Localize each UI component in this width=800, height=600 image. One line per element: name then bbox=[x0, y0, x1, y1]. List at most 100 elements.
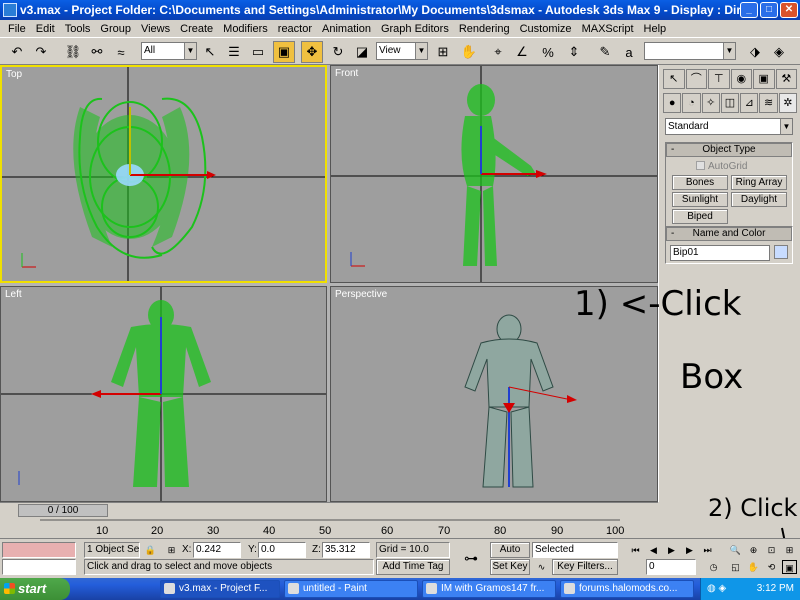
go-to-start-icon[interactable]: ⏮ bbox=[628, 543, 643, 557]
menu-file[interactable]: File bbox=[3, 23, 31, 35]
select-and-scale-icon[interactable]: ◪ bbox=[351, 41, 373, 63]
space-warps-icon[interactable]: ≋ bbox=[759, 93, 778, 113]
lock-selection-icon[interactable]: 🔒 bbox=[143, 543, 158, 557]
tray-icon[interactable]: ◈ bbox=[719, 583, 727, 594]
named-selection-sets-dropdown[interactable]: ▼ bbox=[644, 42, 736, 60]
object-name-input[interactable]: Bip01 bbox=[670, 245, 770, 261]
minimize-button[interactable]: _ bbox=[740, 2, 758, 18]
menu-group[interactable]: Group bbox=[95, 23, 136, 35]
task-3dsmax[interactable]: v3.max - Project F... bbox=[160, 580, 280, 598]
hierarchy-tab-icon[interactable]: ⊤ bbox=[708, 69, 730, 89]
maxscript-listener[interactable] bbox=[2, 542, 76, 558]
viewport-label-left[interactable]: Left bbox=[5, 289, 22, 300]
auto-key-button[interactable]: Auto Key bbox=[490, 542, 530, 569]
transform-mode-icon[interactable]: ⊞ bbox=[164, 543, 179, 557]
daylight-button[interactable]: Daylight bbox=[731, 192, 787, 207]
angle-snap-icon[interactable]: ∠ bbox=[511, 41, 533, 63]
z-coordinate-input[interactable]: 35.312 bbox=[322, 542, 370, 558]
autogrid-checkbox[interactable]: AutoGrid bbox=[696, 161, 747, 172]
menu-animation[interactable]: Animation bbox=[317, 23, 376, 35]
menu-create[interactable]: Create bbox=[175, 23, 218, 35]
time-configuration-icon[interactable]: ◷ bbox=[706, 560, 721, 574]
zoom-extents-all-icon[interactable]: ⊞ bbox=[782, 543, 797, 557]
menu-reactor[interactable]: reactor bbox=[273, 23, 317, 35]
tray-icon[interactable]: ◍ bbox=[707, 583, 716, 594]
task-messenger[interactable]: IM with Gramos147 fr... bbox=[422, 580, 556, 598]
object-category-dropdown[interactable]: Standard ▼ bbox=[665, 118, 793, 135]
curve-icon[interactable]: ∿ bbox=[534, 560, 549, 574]
viewport-label-perspective[interactable]: Perspective bbox=[335, 289, 387, 300]
snaps-toggle-icon[interactable]: ⌖ bbox=[487, 41, 509, 63]
lights-icon[interactable]: ✧ bbox=[701, 93, 720, 113]
menu-edit[interactable]: Edit bbox=[31, 23, 60, 35]
mirror-icon[interactable]: ⬗ bbox=[744, 41, 766, 63]
geometry-icon[interactable]: ● bbox=[663, 93, 682, 113]
key-icon[interactable]: ⊶ bbox=[458, 551, 484, 565]
start-button[interactable]: start bbox=[0, 578, 70, 600]
link-icon[interactable]: ⛓ bbox=[62, 41, 84, 63]
redo-icon[interactable]: ↷ bbox=[30, 41, 52, 63]
undo-icon[interactable]: ↶ bbox=[6, 41, 28, 63]
window-crossing-icon[interactable]: ▣ bbox=[273, 41, 295, 63]
bones-button[interactable]: Bones bbox=[672, 175, 728, 190]
rectangular-selection-icon[interactable]: ▭ bbox=[247, 41, 269, 63]
close-button[interactable]: ✕ bbox=[780, 2, 798, 18]
menu-views[interactable]: Views bbox=[136, 23, 175, 35]
viewport-left[interactable]: Left bbox=[0, 286, 327, 502]
time-slider[interactable]: 0 / 100 bbox=[18, 504, 108, 517]
percent-snap-icon[interactable]: % bbox=[537, 41, 559, 63]
menu-customize[interactable]: Customize bbox=[515, 23, 577, 35]
create-tab-icon[interactable]: ↖ bbox=[663, 69, 685, 89]
add-time-tag-button[interactable]: Add Time Tag bbox=[376, 559, 450, 575]
bind-space-warp-icon[interactable]: ≈ bbox=[110, 41, 132, 63]
spinner-snap-icon[interactable]: ⇕ bbox=[563, 41, 585, 63]
play-icon[interactable]: ▶ bbox=[664, 543, 679, 557]
shapes-icon[interactable]: ◔ bbox=[682, 93, 701, 113]
viewport-perspective[interactable]: Perspective bbox=[330, 286, 658, 502]
x-coordinate-input[interactable]: 0.242 bbox=[193, 542, 241, 558]
named-selection-icon[interactable]: ✎ bbox=[594, 41, 616, 63]
key-filters-button[interactable]: Key Filters... bbox=[552, 559, 618, 575]
menu-maxscript[interactable]: MAXScript bbox=[577, 23, 639, 35]
motion-tab-icon[interactable]: ◉ bbox=[730, 69, 752, 89]
menu-tools[interactable]: Tools bbox=[60, 23, 96, 35]
y-coordinate-input[interactable]: 0.0 bbox=[258, 542, 306, 558]
maxscript-input[interactable] bbox=[2, 559, 76, 575]
task-paint[interactable]: untitled - Paint bbox=[284, 580, 418, 598]
cameras-icon[interactable]: ◫ bbox=[720, 93, 740, 113]
helpers-icon[interactable]: ⊿ bbox=[740, 93, 759, 113]
key-mode-dropdown[interactable]: Selected bbox=[532, 542, 618, 558]
viewport-label-top[interactable]: Top bbox=[6, 69, 22, 80]
select-and-move-icon[interactable]: ✥ bbox=[301, 41, 323, 63]
ring-array-button[interactable]: Ring Array bbox=[731, 175, 787, 190]
previous-frame-icon[interactable]: ◀ bbox=[646, 543, 661, 557]
zoom-icon[interactable]: 🔍 bbox=[728, 543, 743, 557]
orbit-icon[interactable]: ⟲ bbox=[764, 560, 779, 574]
object-color-swatch[interactable] bbox=[774, 245, 788, 259]
select-and-rotate-icon[interactable]: ↻ bbox=[327, 41, 349, 63]
field-of-view-icon[interactable]: ◱ bbox=[728, 560, 743, 574]
pivot-center-icon[interactable]: ⊞ bbox=[432, 41, 454, 63]
reference-coordinate-dropdown[interactable]: View ▼ bbox=[376, 42, 428, 60]
track-bar[interactable]: 10 20 30 40 50 60 70 80 90 100 bbox=[0, 518, 658, 538]
unlink-icon[interactable]: ⚯ bbox=[86, 41, 108, 63]
display-tab-icon[interactable]: ▣ bbox=[753, 69, 775, 89]
task-browser[interactable]: forums.halomods.co... bbox=[560, 580, 694, 598]
align-icon[interactable]: ◈ bbox=[768, 41, 790, 63]
name-color-header[interactable]: - Name and Color bbox=[666, 227, 792, 241]
selection-filter-dropdown[interactable]: All ▼ bbox=[141, 42, 197, 60]
go-to-end-icon[interactable]: ⏭ bbox=[700, 543, 715, 557]
maximize-viewport-icon[interactable]: ▣ bbox=[782, 560, 797, 574]
menu-modifiers[interactable]: Modifiers bbox=[218, 23, 273, 35]
modify-tab-icon[interactable]: ⌒ bbox=[685, 69, 707, 89]
menu-help[interactable]: Help bbox=[639, 23, 672, 35]
sunlight-button[interactable]: Sunlight bbox=[672, 192, 728, 207]
viewport-front[interactable]: Front bbox=[330, 65, 658, 283]
select-by-name-icon[interactable]: ☰ bbox=[223, 41, 245, 63]
set-key-button[interactable]: Set Key bbox=[490, 559, 530, 575]
pan-icon[interactable]: ✋ bbox=[746, 560, 761, 574]
menu-rendering[interactable]: Rendering bbox=[454, 23, 515, 35]
abc-icon[interactable]: a bbox=[618, 41, 640, 63]
zoom-extents-icon[interactable]: ⊡ bbox=[764, 543, 779, 557]
viewport-label-front[interactable]: Front bbox=[335, 68, 358, 79]
